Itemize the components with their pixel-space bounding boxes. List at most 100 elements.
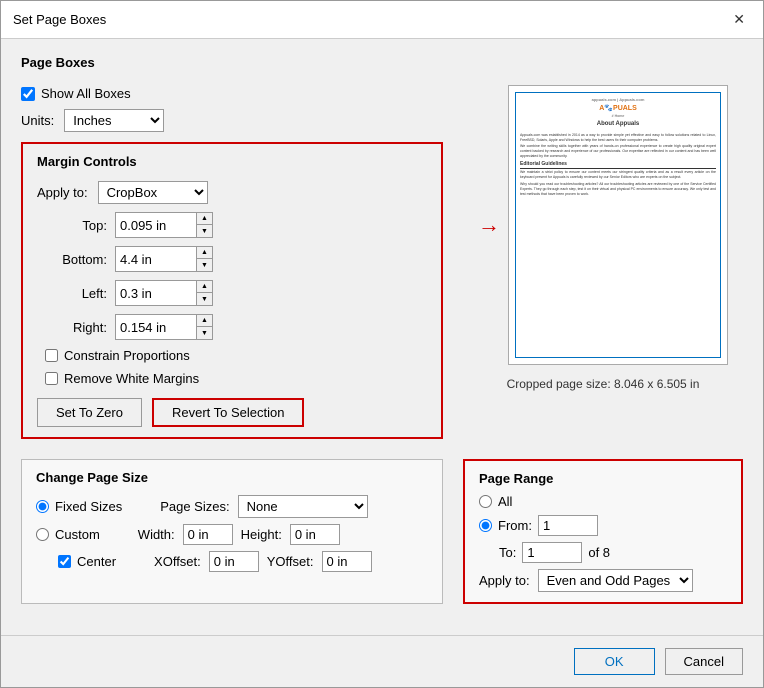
left-spin-down[interactable]: ▼ bbox=[197, 293, 212, 305]
page-range-box: Page Range All From: 1 To: 1 of 8 Apply … bbox=[463, 459, 743, 604]
preview-body2: We combine the writing skills together w… bbox=[520, 144, 716, 159]
height-input[interactable]: 0 in bbox=[290, 524, 340, 545]
remove-white-label[interactable]: Remove White Margins bbox=[64, 371, 199, 386]
preview-body1: Appuals.com was established in 2014 as a… bbox=[520, 133, 716, 143]
from-input[interactable]: 1 bbox=[538, 515, 598, 536]
preview-arrow-row: → appuals.com | Appuals.com A🐾PUALS # Ho… bbox=[478, 85, 728, 365]
apply-to-select[interactable]: CropBox MediaBox BleedBox TrimBox ArtBox bbox=[98, 181, 208, 204]
offset-row: XOffset: 0 in YOffset: 0 in bbox=[154, 551, 371, 572]
right-panel: → appuals.com | Appuals.com A🐾PUALS # Ho… bbox=[463, 55, 743, 439]
dialog-body: Page Boxes Show All Boxes Units: Inches … bbox=[1, 39, 763, 635]
cancel-button[interactable]: Cancel bbox=[665, 648, 743, 675]
set-to-zero-button[interactable]: Set To Zero bbox=[37, 398, 142, 427]
wh-row: Width: 0 in Height: 0 in bbox=[138, 524, 340, 545]
top-input[interactable]: 0.095 in bbox=[116, 216, 196, 235]
cropped-size-text: Cropped page size: 8.046 x 6.505 in bbox=[507, 377, 700, 391]
of-text: of 8 bbox=[588, 545, 610, 560]
page-size-options: Fixed Sizes Page Sizes: None Letter Lega… bbox=[36, 495, 428, 572]
height-label: Height: bbox=[241, 527, 282, 542]
center-label[interactable]: Center bbox=[77, 554, 116, 569]
bottom-section: Change Page Size Fixed Sizes Page Sizes:… bbox=[21, 459, 743, 604]
top-spin-down[interactable]: ▼ bbox=[197, 225, 212, 237]
units-row: Units: Inches Centimeters Millimeters Po… bbox=[21, 109, 443, 132]
apply-to-range-select[interactable]: Even and Odd Pages Even Pages Odd Pages bbox=[538, 569, 693, 592]
ok-button[interactable]: OK bbox=[574, 648, 655, 675]
xoffset-input[interactable]: 0 in bbox=[209, 551, 259, 572]
set-page-boxes-dialog: Set Page Boxes ✕ Page Boxes Show All Box… bbox=[0, 0, 764, 688]
to-label: To: bbox=[499, 545, 516, 560]
margin-controls-title: Margin Controls bbox=[37, 154, 427, 169]
custom-row-wrapper: Custom Width: 0 in Height: 0 in bbox=[36, 524, 428, 545]
revert-selection-button[interactable]: Revert To Selection bbox=[152, 398, 305, 427]
page-sizes-row: Page Sizes: None Letter Legal A4 A3 bbox=[160, 495, 367, 518]
preview-about-title: About Appuals bbox=[597, 120, 639, 128]
dialog-footer: OK Cancel bbox=[1, 635, 763, 687]
top-section: Page Boxes Show All Boxes Units: Inches … bbox=[21, 55, 743, 439]
preview-home: # Home bbox=[612, 114, 625, 119]
bottom-spin-buttons: ▲ ▼ bbox=[196, 247, 212, 271]
yoffset-label: YOffset: bbox=[267, 554, 314, 569]
page-boxes-label: Page Boxes bbox=[21, 55, 443, 70]
to-input[interactable]: 1 bbox=[522, 542, 582, 563]
custom-label[interactable]: Custom bbox=[55, 527, 100, 542]
custom-radio[interactable] bbox=[36, 528, 49, 541]
all-label[interactable]: All bbox=[498, 494, 512, 509]
preview-logo: A🐾PUALS bbox=[599, 104, 637, 114]
right-spin-down[interactable]: ▼ bbox=[197, 327, 212, 339]
page-sizes-select[interactable]: None Letter Legal A4 A3 bbox=[238, 495, 368, 518]
top-spin-up[interactable]: ▲ bbox=[197, 213, 212, 225]
title-bar: Set Page Boxes ✕ bbox=[1, 1, 763, 39]
right-spin-buttons: ▲ ▼ bbox=[196, 315, 212, 339]
left-row: Left: 0.3 in ▲ ▼ bbox=[57, 280, 427, 306]
preview-extra: Why should you read our troubleshooting … bbox=[520, 182, 716, 197]
custom-radio-row: Custom bbox=[36, 527, 100, 542]
show-all-boxes-label[interactable]: Show All Boxes bbox=[41, 86, 131, 101]
bottom-label: Bottom: bbox=[57, 252, 107, 267]
bottom-row: Bottom: 4.4 in ▲ ▼ bbox=[57, 246, 427, 272]
change-page-size-section: Change Page Size Fixed Sizes Page Sizes:… bbox=[21, 459, 443, 604]
from-radio[interactable] bbox=[479, 519, 492, 532]
center-checkbox[interactable] bbox=[58, 555, 71, 568]
from-label[interactable]: From: bbox=[498, 518, 532, 533]
remove-white-checkbox[interactable] bbox=[45, 372, 58, 385]
preview-section-title: Editorial Guidelines bbox=[520, 161, 716, 169]
bottom-input[interactable]: 4.4 in bbox=[116, 250, 196, 269]
left-input[interactable]: 0.3 in bbox=[116, 284, 196, 303]
page-sizes-label: Page Sizes: bbox=[160, 499, 229, 514]
fixed-sizes-label[interactable]: Fixed Sizes bbox=[55, 499, 122, 514]
constrain-checkbox[interactable] bbox=[45, 349, 58, 362]
margin-controls-box: Margin Controls Apply to: CropBox MediaB… bbox=[21, 142, 443, 439]
center-row-wrapper: Center XOffset: 0 in YOffset: 0 in bbox=[36, 551, 428, 572]
fixed-sizes-radio[interactable] bbox=[36, 500, 49, 513]
remove-white-row: Remove White Margins bbox=[45, 371, 427, 386]
from-row: From: 1 bbox=[479, 515, 727, 536]
units-select[interactable]: Inches Centimeters Millimeters Points Pi… bbox=[64, 109, 164, 132]
preview-header: appuals.com | Appuals.com A🐾PUALS # Home… bbox=[520, 97, 716, 131]
arrow-icon: → bbox=[478, 214, 500, 236]
right-input[interactable]: 0.154 in bbox=[116, 318, 196, 337]
left-spin-buttons: ▲ ▼ bbox=[196, 281, 212, 305]
right-spin-up[interactable]: ▲ bbox=[197, 315, 212, 327]
constrain-row: Constrain Proportions bbox=[45, 348, 427, 363]
center-row: Center bbox=[58, 554, 116, 569]
xoffset-label: XOffset: bbox=[154, 554, 201, 569]
apply-to-range-label: Apply to: bbox=[479, 573, 530, 588]
constrain-label[interactable]: Constrain Proportions bbox=[64, 348, 190, 363]
width-input[interactable]: 0 in bbox=[183, 524, 233, 545]
right-label: Right: bbox=[57, 320, 107, 335]
preview-inner: appuals.com | Appuals.com A🐾PUALS # Home… bbox=[515, 92, 721, 358]
left-spin-up[interactable]: ▲ bbox=[197, 281, 212, 293]
all-radio[interactable] bbox=[479, 495, 492, 508]
bottom-spin-down[interactable]: ▼ bbox=[197, 259, 212, 271]
to-row: To: 1 of 8 bbox=[499, 542, 727, 563]
bottom-spin-up[interactable]: ▲ bbox=[197, 247, 212, 259]
apply-to-range-row: Apply to: Even and Odd Pages Even Pages … bbox=[479, 569, 727, 592]
yoffset-input[interactable]: 0 in bbox=[322, 551, 372, 572]
preview-section-body: We maintain a strict policy to ensure ou… bbox=[520, 170, 716, 180]
show-all-boxes-checkbox[interactable] bbox=[21, 87, 35, 101]
left-panel: Page Boxes Show All Boxes Units: Inches … bbox=[21, 55, 443, 439]
right-row: Right: 0.154 in ▲ ▼ bbox=[57, 314, 427, 340]
close-button[interactable]: ✕ bbox=[727, 9, 751, 30]
bottom-spinner: 4.4 in ▲ ▼ bbox=[115, 246, 213, 272]
change-page-size-title: Change Page Size bbox=[36, 470, 428, 485]
